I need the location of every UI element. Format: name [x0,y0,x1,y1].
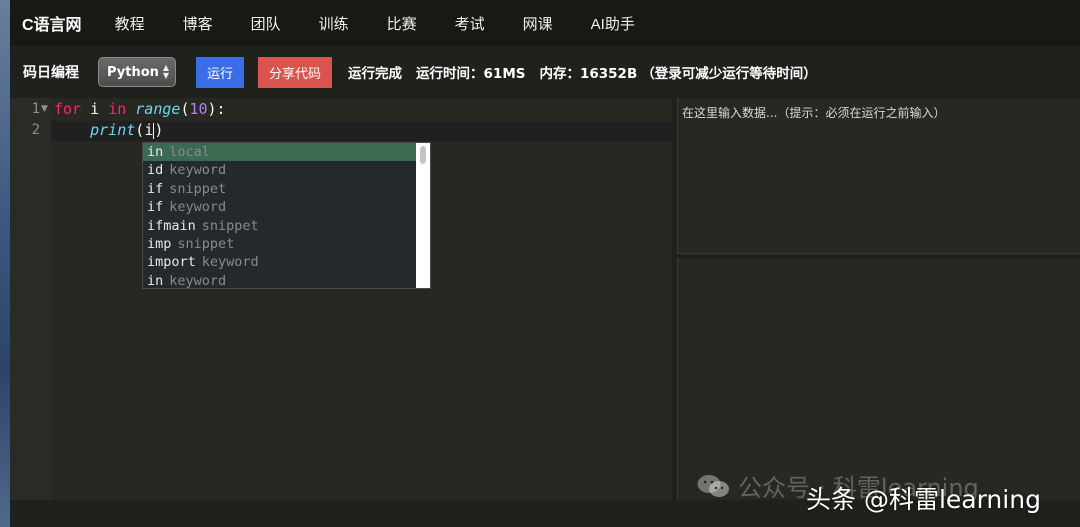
editor-toolbar: 码日编程 Python ▲ ▼ 运行 分享代码 运行完成 运行时间：61MS 内存：1… [10,46,1080,98]
nav-item-ai-assistant[interactable]: AI助手 [591,13,635,34]
run-status: 运行完成 运行时间：61MS 内存：16352B （登录可减少运行等待时间） [348,62,831,82]
paren-token: ) [154,121,164,139]
line-number: 1 [31,101,40,117]
function-token: print [90,121,136,139]
indent-token [54,121,90,139]
run-button[interactable]: 运行 [196,56,245,88]
suggestion-type: keyword [201,254,259,271]
suggestion-type: snippet [169,180,227,197]
language-value: Python [107,64,159,80]
keyword-token: in [108,100,127,118]
login-note: （登录可减少运行等待时间） [641,66,817,82]
suggestion-type: keyword [169,272,227,289]
nav-item-tutorial[interactable]: 教程 [115,13,145,34]
paren-token: ): [207,100,226,118]
site-logo[interactable]: C语言网 [22,11,82,35]
status-text: 运行完成 [348,66,403,82]
input-placeholder: 在这里输入数据...（提示：必须在运行之前输入） [682,106,946,120]
stdin-input-area[interactable]: 在这里输入数据...（提示：必须在运行之前输入） [677,98,1080,254]
keyword-token: for [54,100,82,118]
select-arrows-icon: ▲ ▼ [162,63,169,80]
suggestion-type: local [169,144,210,160]
toolbar-title: 码日编程 [23,65,79,81]
suggestion-word: in [147,144,164,160]
watermark-toutiao: 头条 @科雷learning [806,485,1041,514]
nav-item-blog[interactable]: 博客 [183,13,213,34]
code-line-2[interactable]: print(i) [54,121,163,139]
language-select[interactable]: Python ▲ ▼ [98,57,176,87]
nav-item-team[interactable]: 团队 [251,13,281,34]
autocomplete-item[interactable]: import keyword [143,253,430,271]
nav-item-training[interactable]: 训练 [319,13,349,34]
runtime-text: 运行时间：61MS [416,66,526,82]
autocomplete-item[interactable]: in keyword [143,272,430,289]
nav-item-exam[interactable]: 考试 [455,13,485,34]
suggestion-type: keyword [169,199,227,216]
fold-arrow-icon[interactable]: ▼ [41,104,48,114]
wechat-icon [697,474,729,497]
output-area [677,258,1080,500]
autocomplete-item[interactable]: if snippet [143,180,430,198]
suggestion-word: imp [147,235,172,252]
autocomplete-item[interactable]: in local [143,143,418,162]
identifier-token: i [81,100,109,118]
suggestion-word: id [147,162,164,179]
suggestion-word: if [147,199,164,216]
number-token: 10 [189,100,208,118]
autocomplete-item[interactable]: id keyword [143,161,430,179]
suggestion-type: keyword [169,162,227,179]
function-token: range [126,100,181,118]
suggestion-type: snippet [201,217,259,234]
identifier-token: i [144,121,154,139]
line-gutter: 1 ▼ 2 [10,98,51,500]
top-nav: C语言网 教程 博客 团队 训练 比赛 考试 网课 AI助手 [10,0,1080,46]
suggestion-word: import [147,254,196,271]
autocomplete-item[interactable]: if keyword [143,198,430,216]
share-code-button[interactable]: 分享代码 [258,56,333,88]
scrollbar-thumb[interactable] [420,146,426,164]
memory-text: 内存：16352B [539,66,638,82]
paren-token: ( [135,121,145,139]
autocomplete-item[interactable]: imp snippet [143,235,430,253]
code-line-1[interactable]: for i in range(10): [54,100,226,118]
autocomplete-popup: in local id keyword if snippet if keyword if… [142,142,431,289]
nav-item-contest[interactable]: 比赛 [387,13,417,34]
line-number: 2 [31,122,40,138]
suggestion-word: if [147,180,164,197]
window-edge [0,0,10,527]
autocomplete-scrollbar[interactable] [416,143,430,288]
suggestion-word: ifmain [147,217,196,234]
suggestion-word: in [147,272,164,289]
autocomplete-item[interactable]: ifmain snippet [143,217,430,235]
nav-item-course[interactable]: 网课 [523,13,553,34]
suggestion-type: snippet [177,235,235,252]
